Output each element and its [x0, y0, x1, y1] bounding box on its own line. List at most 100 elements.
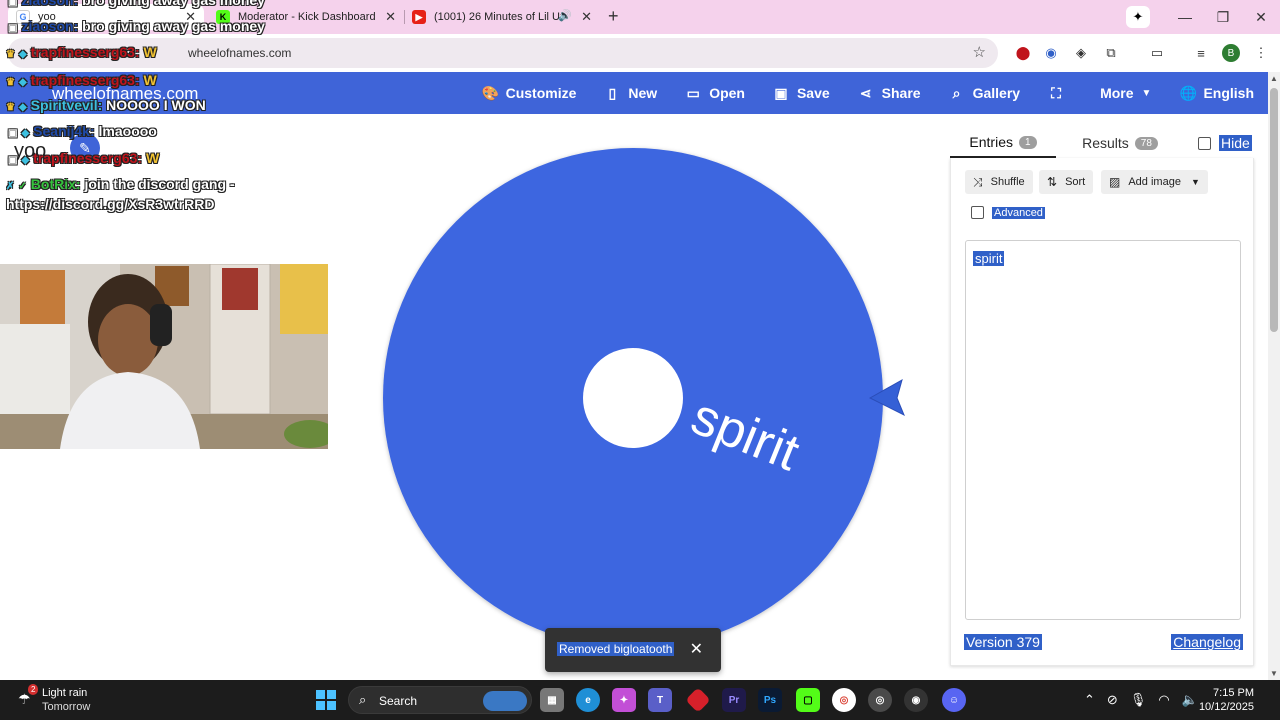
close-window-icon[interactable]: ✕: [1242, 9, 1280, 26]
shuffle-button[interactable]: ⤨ Shuffle: [965, 170, 1033, 194]
chat-text: W: [143, 72, 157, 88]
puzzle-icon[interactable]: ⧉: [1100, 42, 1122, 64]
browser-tab[interactable]: ▶ (1001) 26 Minutes of Lil Uzi 🔊 ✕: [404, 4, 600, 30]
share-button[interactable]: ⋖ Share: [844, 72, 935, 114]
checkbox-icon[interactable]: [971, 206, 984, 219]
new-tab-button[interactable]: +: [608, 6, 619, 27]
add-image-button[interactable]: ▨ Add image ▼: [1101, 170, 1208, 194]
changelog-link[interactable]: Changelog: [1171, 634, 1243, 650]
restore-icon[interactable]: ❐: [1204, 9, 1242, 26]
photoshop-icon[interactable]: Ps: [758, 688, 782, 712]
search-highlight-icon: [483, 691, 527, 711]
tab-entries[interactable]: Entries 1: [950, 128, 1056, 158]
sort-button[interactable]: ⇅ Sort: [1039, 170, 1094, 194]
snackbar-text: Removed bigloatooth: [557, 642, 675, 656]
open-button[interactable]: ▭ Open: [671, 72, 759, 114]
entries-card: ⤨ Shuffle ⇅ Sort ▨ Add image ▼ Advanced spir…: [950, 158, 1254, 666]
youtube-icon: ▶: [412, 10, 426, 24]
chrome-profile-icon[interactable]: ◎: [868, 688, 892, 712]
edge-icon[interactable]: e: [576, 688, 600, 712]
app-icon[interactable]: [685, 687, 711, 713]
microphone-icon[interactable]: 🎙: [1130, 692, 1147, 708]
minimize-icon[interactable]: —: [1166, 9, 1204, 25]
shuffle-icon: ⤨: [973, 174, 983, 189]
tab-results[interactable]: Results 78: [1070, 128, 1170, 158]
bookmark-star-icon[interactable]: ☆: [973, 43, 986, 61]
clock[interactable]: 7:15 PM 10/12/2025: [1199, 686, 1254, 714]
chrome-icon[interactable]: ◎: [832, 688, 856, 712]
scroll-down-icon[interactable]: ▼: [1270, 669, 1278, 678]
media-controls-icon[interactable]: ≡: [1190, 42, 1212, 64]
clock-time: 7:15 PM: [1213, 687, 1254, 699]
new-button[interactable]: ▯ New: [590, 72, 671, 114]
premiere-icon[interactable]: Pr: [722, 688, 746, 712]
url-text[interactable]: wheelofnames.com: [188, 46, 291, 60]
chat-message: ▣ ◆ Seanij4k: lmaoooo: [8, 123, 157, 139]
close-tab-icon[interactable]: ✕: [385, 9, 396, 25]
taskbar-search[interactable]: ⌕ Search: [348, 686, 532, 714]
checkbox-icon[interactable]: [1198, 136, 1211, 150]
discord-icon[interactable]: ☺: [942, 688, 966, 712]
extension-icon[interactable]: ◉: [1040, 42, 1062, 64]
scrollbar-thumb[interactable]: [1270, 88, 1278, 332]
chevron-up-icon[interactable]: ⌃: [1084, 692, 1095, 708]
language-button[interactable]: 🌐 English: [1165, 72, 1268, 114]
wheel-center[interactable]: [583, 348, 683, 448]
customize-button[interactable]: 🎨 Customize: [468, 72, 591, 114]
extension-icon[interactable]: ⬤: [1012, 42, 1034, 64]
search-icon: ⌕: [359, 692, 367, 707]
chat-message: ▣ ziaoson: bro giving away gas money: [8, 18, 265, 34]
nav-label: More: [1100, 85, 1134, 101]
close-tab-icon[interactable]: ✕: [581, 9, 592, 25]
chat-text: lmaoooo: [98, 123, 157, 139]
weather-subtitle: Tomorrow: [42, 701, 91, 713]
fullscreen-button[interactable]: ⛶: [1034, 72, 1086, 114]
badge-icon: ▣: [8, 155, 18, 166]
hide-checkbox[interactable]: Hide: [1198, 128, 1252, 158]
entries-textarea[interactable]: spirit: [965, 240, 1241, 620]
volume-icon[interactable]: 🔈: [1182, 692, 1198, 708]
nav-label: Gallery: [972, 85, 1021, 101]
save-icon: ▣: [774, 84, 788, 101]
snackbar: Removed bigloatooth ✕: [545, 628, 721, 672]
gem-icon: ◆: [21, 128, 30, 139]
windows-start-icon[interactable]: [316, 690, 336, 710]
task-view-icon[interactable]: ▦: [540, 688, 564, 712]
gemini-icon[interactable]: ✦: [1126, 6, 1150, 28]
wheel[interactable]: spirit: [370, 140, 910, 650]
nav-label: Open: [709, 85, 745, 101]
chat-user: Seanij4k:: [33, 123, 95, 139]
speaker-icon[interactable]: 🔊: [558, 9, 572, 22]
search-icon: ⌕: [952, 84, 961, 101]
verified-icon: ✓: [18, 181, 27, 192]
chevron-down-icon: ▼: [1141, 87, 1152, 99]
page-scrollbar[interactable]: ▲ ▼: [1268, 72, 1280, 680]
extension-icon[interactable]: ◈: [1070, 42, 1092, 64]
gallery-button[interactable]: ⌕ Gallery: [935, 72, 1034, 114]
profile-avatar[interactable]: B: [1222, 44, 1240, 62]
app-icon[interactable]: ▢: [796, 688, 820, 712]
scroll-up-icon[interactable]: ▲: [1270, 74, 1278, 83]
reading-mode-icon[interactable]: ▭: [1146, 42, 1168, 64]
weather-title: Light rain: [42, 687, 88, 699]
version-label: Version 379: [964, 634, 1042, 650]
more-button[interactable]: More ▼: [1086, 72, 1165, 114]
weather-badge: 2: [28, 684, 39, 695]
close-icon[interactable]: ✕: [690, 639, 703, 659]
menu-dots-icon[interactable]: ⋮: [1250, 42, 1272, 64]
advanced-checkbox[interactable]: Advanced: [971, 206, 1045, 219]
obs-icon[interactable]: ◉: [904, 688, 928, 712]
chat-text: W: [145, 150, 160, 166]
sort-icon: ⇅: [1047, 175, 1058, 189]
teams-icon[interactable]: T: [648, 688, 672, 712]
copilot-icon[interactable]: ✦: [612, 688, 636, 712]
chat-message: ▣ ziaoson: bro giving away gas money: [8, 0, 265, 8]
crown-icon: ♛: [6, 77, 15, 88]
results-count-badge: 78: [1134, 136, 1158, 150]
tool-label: Add image: [1128, 176, 1181, 188]
search-label: Search: [379, 694, 418, 708]
chat-message: ♛ ◆ trapfinesserg63: W: [6, 44, 157, 60]
network-off-icon[interactable]: ⊘: [1107, 692, 1118, 708]
save-button[interactable]: ▣ Save: [759, 72, 844, 114]
wifi-icon[interactable]: ◠: [1158, 692, 1169, 708]
